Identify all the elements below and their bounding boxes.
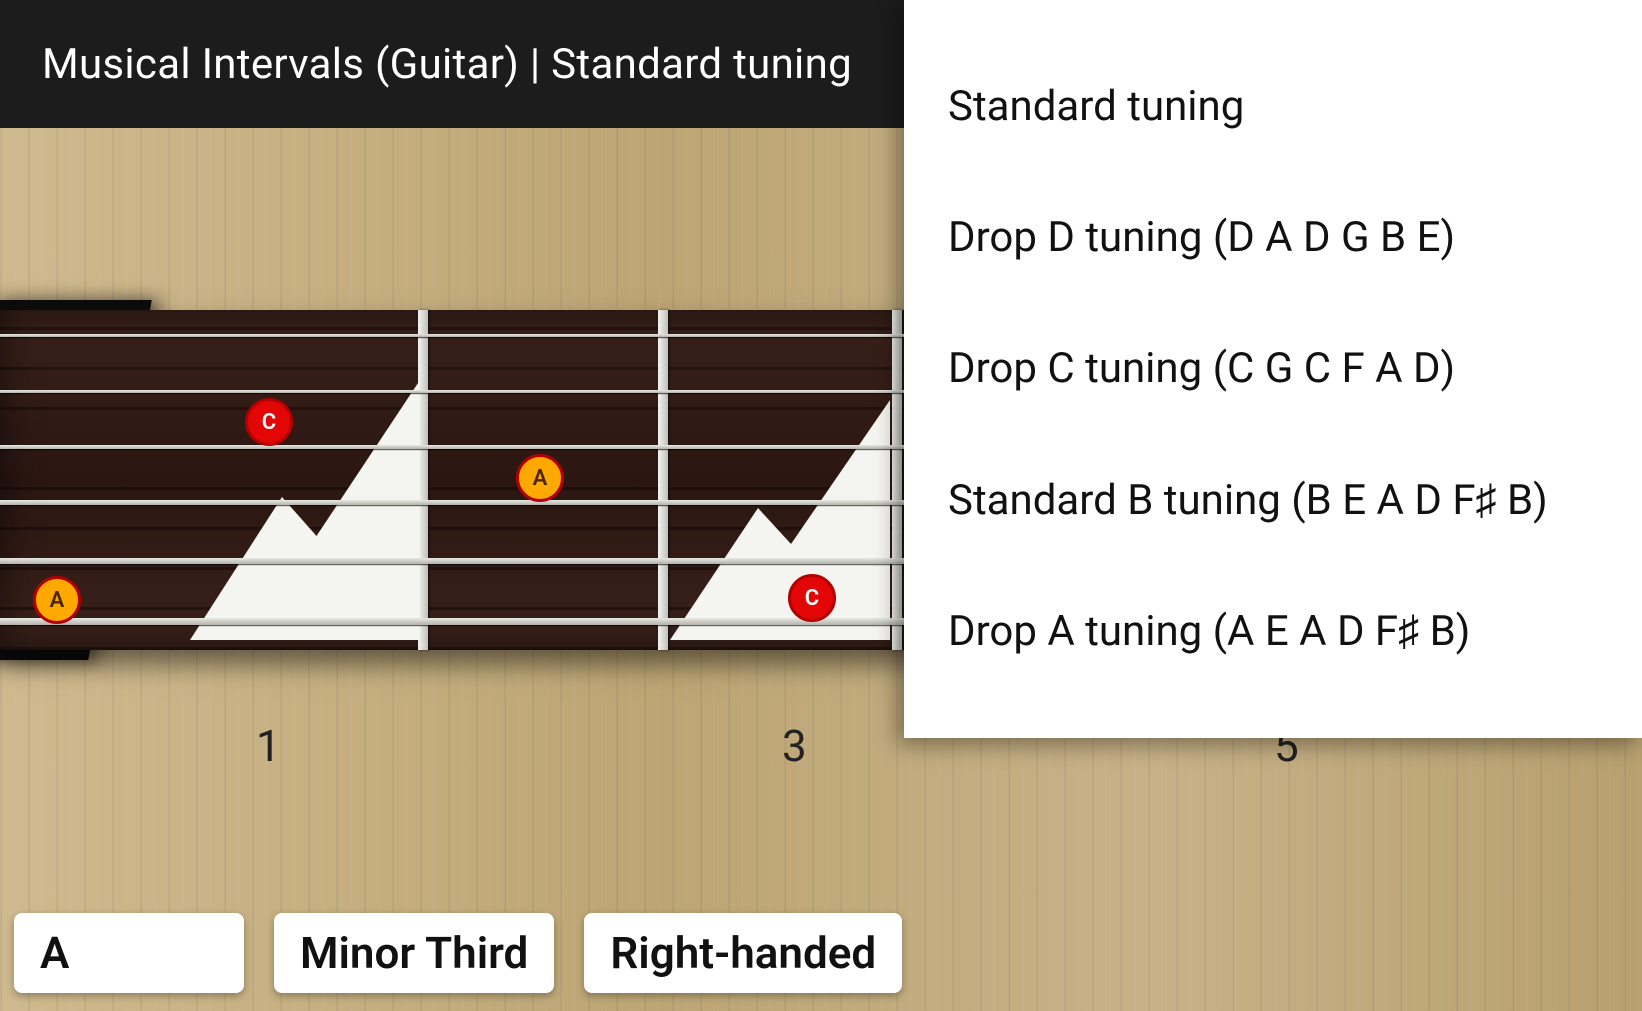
note-marker-a-fret2[interactable]: A — [516, 454, 564, 502]
fret-2 — [658, 310, 668, 650]
tuning-dropdown[interactable]: Standard tuning Drop D tuning (D A D G B… — [904, 0, 1642, 738]
note-marker-a-open[interactable]: A — [33, 576, 81, 624]
tuning-option-drop-d[interactable]: Drop D tuning (D A D G B E) — [948, 213, 1598, 262]
fret-inlay-3 — [670, 400, 890, 640]
handedness-selector[interactable]: Right-handed — [584, 913, 902, 993]
page-title: Musical Intervals (Guitar) | Standard tu… — [42, 40, 852, 89]
bottom-selectors: A Minor Third Right-handed — [14, 913, 902, 993]
tuning-option-standard[interactable]: Standard tuning — [948, 82, 1598, 131]
interval-selector[interactable]: Minor Third — [274, 913, 554, 993]
fret-label-1: 1 — [256, 720, 281, 772]
note-marker-c-fret3[interactable]: C — [788, 574, 836, 622]
root-note-selector[interactable]: A — [14, 913, 244, 993]
tuning-option-standard-b[interactable]: Standard B tuning (B E A D F♯ B) — [948, 476, 1598, 525]
fret-3 — [892, 310, 902, 650]
note-marker-c-fret1[interactable]: C — [245, 398, 293, 446]
fret-label-3: 3 — [782, 720, 807, 772]
fret-inlay-1 — [190, 380, 420, 640]
tuning-option-drop-a[interactable]: Drop A tuning (A E A D F♯ B) — [948, 607, 1598, 656]
tuning-option-drop-c[interactable]: Drop C tuning (C G C F A D) — [948, 344, 1598, 393]
